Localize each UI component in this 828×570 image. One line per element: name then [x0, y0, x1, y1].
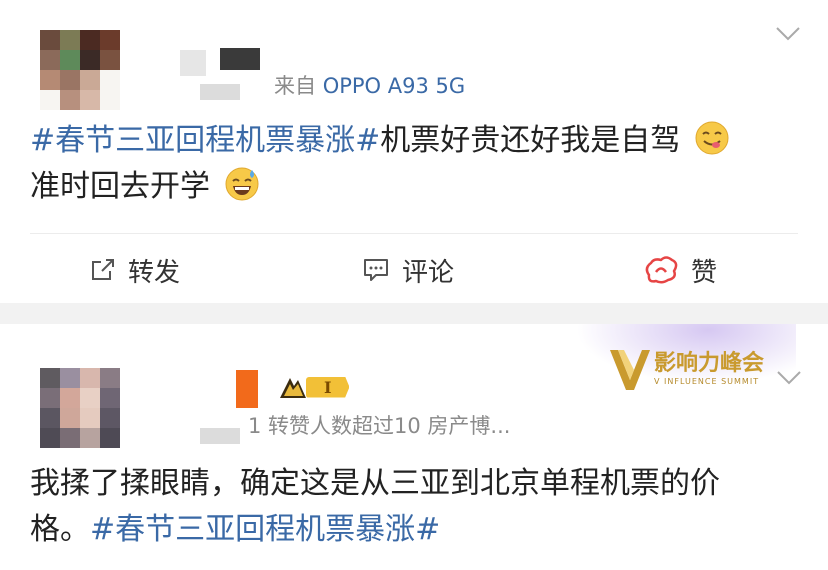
username-blur[interactable] — [220, 48, 260, 70]
post-body: 我揉了揉眼睛，确定这是从三亚到北京单程机票的价 格。#春节三亚回程机票暴涨# — [30, 461, 720, 553]
hashtag-link[interactable]: #春节三亚回程机票暴涨# — [30, 123, 380, 158]
weibo-post-1: 来自 OPPO A93 5G #春节三亚回程机票暴涨#机票好贵还好我是自驾 准时… — [0, 0, 828, 303]
post-meta: 来自 OPPO A93 5G — [274, 70, 465, 100]
post-text: 格。 — [30, 512, 90, 547]
weibo-post-2: I 1 转赞人数超过10 房产博... 影响力峰会 V INFLUENCE SU… — [0, 324, 828, 570]
username-blur[interactable] — [180, 50, 206, 76]
time-blur — [200, 428, 240, 444]
sweat-smile-emoji — [225, 167, 259, 201]
post-body: #春节三亚回程机票暴涨#机票好贵还好我是自驾 准时回去开学 — [30, 118, 730, 210]
avatar[interactable] — [40, 30, 120, 110]
username-blur[interactable] — [236, 370, 258, 408]
chevron-down-icon[interactable] — [776, 370, 802, 386]
influence-summit-badge[interactable]: 影响力峰会 V INFLUENCE SUMMIT — [608, 346, 764, 392]
level-badge-text: I — [306, 376, 350, 398]
post-meta: 1 转赞人数超过10 房产博... — [248, 414, 511, 438]
like-icon — [645, 256, 678, 284]
level-badge[interactable]: I — [278, 374, 350, 400]
smile-tongue-emoji — [695, 121, 729, 155]
post-text: 我揉了揉眼睛，确定这是从三亚到北京单程机票的价 — [30, 466, 720, 501]
like-button[interactable]: 赞 — [643, 248, 717, 292]
summit-title: 影响力峰会 — [654, 351, 765, 376]
repost-label: 转发 — [128, 257, 181, 288]
comment-label: 评论 — [402, 257, 455, 288]
v-logo-icon — [610, 350, 650, 390]
comment-icon — [364, 259, 388, 281]
level-badge-icon — [280, 378, 306, 398]
avatar[interactable] — [40, 368, 120, 448]
source-label: 来自 — [274, 74, 316, 98]
repost-icon — [92, 259, 114, 280]
post-text: 准时回去开学 — [30, 169, 210, 204]
comment-button[interactable]: 评论 — [362, 248, 454, 292]
divider — [30, 233, 798, 234]
repost-button[interactable]: 转发 — [90, 248, 180, 292]
post-text: 机票好贵还好我是自驾 — [380, 123, 681, 158]
device-name[interactable]: OPPO A93 5G — [323, 74, 465, 98]
time-blur — [200, 84, 240, 100]
chevron-down-icon[interactable] — [775, 26, 801, 42]
hashtag-link[interactable]: #春节三亚回程机票暴涨# — [90, 512, 440, 547]
summit-subtitle: V INFLUENCE SUMMIT — [654, 377, 760, 386]
like-label: 赞 — [691, 257, 718, 288]
